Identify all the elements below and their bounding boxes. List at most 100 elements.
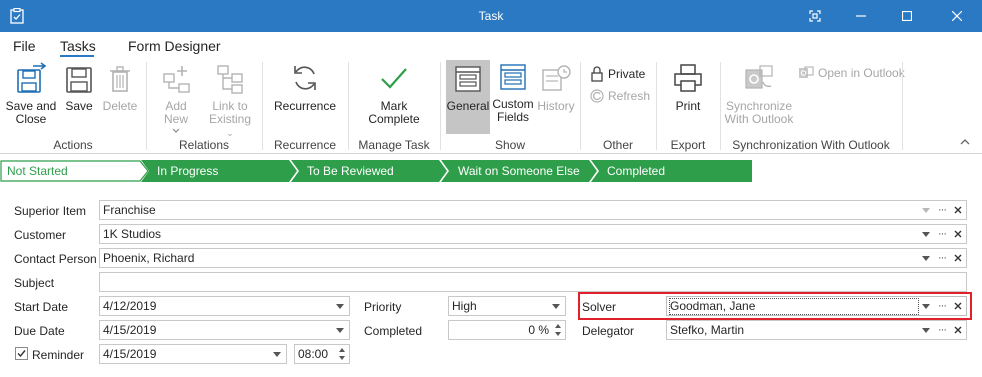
history-button[interactable]: History <box>536 62 576 113</box>
completed-label: Completed <box>364 324 423 338</box>
clear-icon[interactable] <box>954 302 962 310</box>
superior-item-field[interactable]: Franchise ··· <box>99 200 967 220</box>
group-separator <box>440 62 441 150</box>
open-in-outlook-button[interactable]: Open in Outlook <box>798 66 905 80</box>
mark-complete-button[interactable]: Mark Complete <box>354 62 434 126</box>
chevron-down-icon[interactable] <box>922 303 930 309</box>
reminder-label: Reminder <box>32 348 85 362</box>
group-relations-label: Relations <box>178 138 230 152</box>
delegator-label: Delegator <box>582 324 635 338</box>
clear-icon[interactable] <box>954 206 962 214</box>
chevron-down-icon[interactable] <box>336 327 344 333</box>
priority-select[interactable]: High <box>448 296 566 316</box>
history-icon <box>542 65 571 91</box>
chevron-down-icon[interactable] <box>922 255 930 261</box>
tab-form-designer[interactable]: Form Designer <box>128 38 221 54</box>
contact-person-label: Contact Person <box>14 252 97 266</box>
private-button[interactable]: Private <box>590 66 645 82</box>
chevron-down-icon[interactable] <box>336 303 344 309</box>
custom-fields-button[interactable]: Custom Fields <box>492 62 534 124</box>
printer-icon <box>674 64 702 92</box>
more-icon[interactable]: ··· <box>938 321 947 339</box>
delegator-field[interactable]: Stefko, Martin ··· <box>666 320 967 340</box>
add-new-button[interactable]: Add New <box>152 62 200 134</box>
spin-arrows-icon[interactable] <box>337 346 347 362</box>
group-other-label: Other <box>602 138 633 152</box>
trash-icon <box>110 66 130 92</box>
more-icon[interactable]: ··· <box>938 249 947 267</box>
chevron-down-icon[interactable] <box>922 231 930 237</box>
clear-icon[interactable] <box>954 230 962 238</box>
custom-fields-icon <box>500 64 526 90</box>
minimize-icon <box>856 15 866 17</box>
tab-tasks[interactable]: Tasks <box>60 38 96 54</box>
group-manage-task-label: Manage Task <box>358 138 430 152</box>
start-date-picker[interactable]: 4/12/2019 <box>99 296 350 316</box>
group-separator <box>720 62 721 150</box>
active-tab-indicator <box>60 55 94 57</box>
due-date-picker[interactable]: 4/15/2019 <box>99 320 350 340</box>
save-and-close-icon <box>17 62 47 93</box>
group-separator <box>348 62 349 150</box>
chevron-up-icon[interactable] <box>960 138 970 146</box>
group-show-label: Show <box>494 138 526 152</box>
close-button[interactable] <box>934 0 980 32</box>
spin-arrows-icon[interactable] <box>553 322 563 338</box>
reminder-checkbox[interactable] <box>15 347 28 360</box>
chevron-down-icon[interactable] <box>552 303 560 309</box>
maximize-button[interactable] <box>884 0 930 32</box>
group-separator <box>580 62 581 150</box>
synchronize-with-outlook-button[interactable]: Synchronize With Outlook <box>724 62 794 126</box>
reminder-time-input[interactable]: 08:00 <box>294 344 350 364</box>
stage-wait-on-someone-else[interactable]: Wait on Someone Else <box>446 160 594 182</box>
recurrence-button[interactable]: Recurrence <box>272 62 338 113</box>
chevron-down-icon[interactable] <box>922 327 930 333</box>
stage-to-be-reviewed[interactable]: To Be Reviewed <box>296 160 444 182</box>
group-separator <box>656 62 657 150</box>
chevron-down-icon: ⌄ <box>226 128 234 138</box>
checkmark-icon <box>381 68 407 89</box>
restore-button[interactable] <box>792 0 838 32</box>
stage-in-progress[interactable]: In Progress <box>146 160 294 182</box>
reminder-date-picker[interactable]: 4/15/2019 <box>99 344 287 364</box>
priority-label: Priority <box>364 300 402 314</box>
due-date-label: Due Date <box>14 324 65 338</box>
group-separator <box>262 62 263 150</box>
chevron-down-icon[interactable] <box>273 351 281 357</box>
link-relation-icon <box>217 65 243 94</box>
checkmark-icon <box>17 350 26 358</box>
tab-file[interactable]: File <box>13 38 36 54</box>
subject-input[interactable] <box>99 272 967 292</box>
refresh-button[interactable]: Refresh <box>590 89 650 103</box>
general-button[interactable]: General <box>446 60 490 134</box>
title-bar: Task <box>0 0 982 32</box>
more-icon[interactable]: ··· <box>938 201 947 219</box>
restore-icon <box>809 10 821 22</box>
add-relation-icon <box>163 66 190 93</box>
lock-icon <box>591 66 603 82</box>
save-icon <box>66 67 92 93</box>
solver-field[interactable]: Goodman, Jane ··· <box>666 296 967 316</box>
outlook-sync-icon <box>745 65 773 89</box>
minimize-button[interactable] <box>838 0 884 32</box>
customer-field[interactable]: 1K Studios ··· <box>99 224 967 244</box>
delete-button[interactable]: Delete <box>102 62 138 113</box>
chevron-down-icon <box>172 128 180 133</box>
clear-icon[interactable] <box>954 254 962 262</box>
more-icon[interactable]: ··· <box>938 225 947 243</box>
chevron-down-icon[interactable] <box>922 207 930 213</box>
link-to-existing-button[interactable]: Link to Existing ⌄ <box>204 62 256 140</box>
save-and-close-button[interactable]: Save and Close <box>4 62 58 126</box>
group-actions-label: Actions <box>53 138 93 152</box>
more-icon[interactable]: ··· <box>938 297 947 315</box>
save-button[interactable]: Save <box>62 62 96 113</box>
clear-icon[interactable] <box>954 326 962 334</box>
group-separator <box>146 62 147 150</box>
stage-completed[interactable]: Completed <box>596 160 752 182</box>
menu-bar: File Tasks Form Designer <box>0 32 982 58</box>
completed-percent-input[interactable]: 0 % <box>448 320 566 340</box>
maximize-icon <box>902 11 912 21</box>
contact-person-field[interactable]: Phoenix, Richard ··· <box>99 248 967 268</box>
print-button[interactable]: Print <box>668 62 708 113</box>
stage-not-started[interactable]: Not Started <box>0 160 145 182</box>
